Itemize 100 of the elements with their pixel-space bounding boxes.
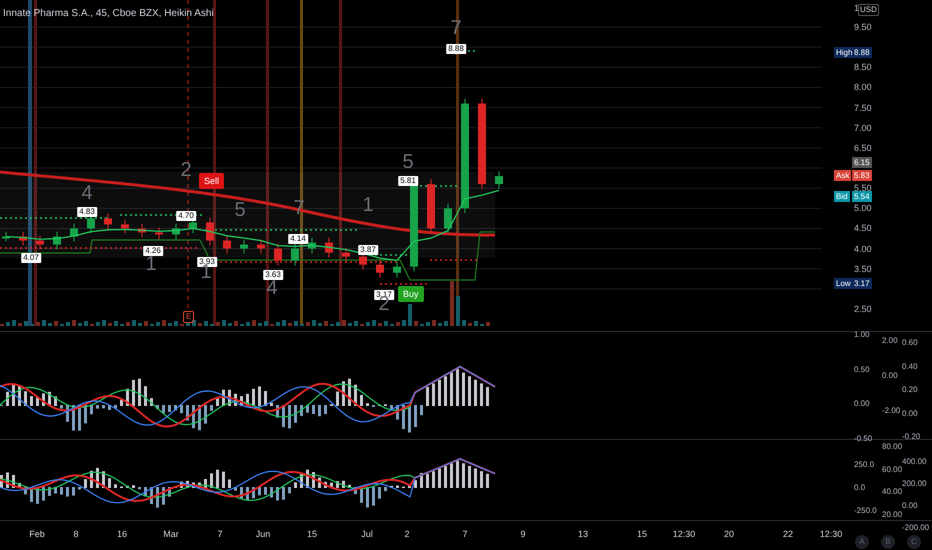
volume-bar [108,323,112,326]
scale-button[interactable]: C [907,535,921,549]
scale-button[interactable]: A [855,535,869,549]
candle [155,227,163,240]
level-line [430,259,480,261]
candle [342,247,350,262]
time-label: 15 [307,528,317,540]
candle [257,239,265,254]
price-tag-label: Low [834,278,853,289]
axis-label: 0.00 [902,408,918,418]
price-tag: 5.83 [852,170,872,181]
volume-bar [264,321,268,326]
time-label: 9 [520,528,526,540]
axis-label: 8.00 [854,81,872,94]
volume-bar [54,321,58,326]
axis-label: 5.50 [854,182,872,194]
axis-label: 0.50 [854,364,870,374]
time-label: 13 [578,528,588,540]
axis-label: 4.50 [854,222,872,234]
volume-bar [282,320,286,326]
volume-bar [12,320,16,326]
volume-bar [318,323,322,326]
price-tag: 5.54 [852,191,872,202]
volume-bar [96,322,100,326]
price-label: 4.07 [21,253,41,263]
volume-bar [246,322,250,326]
volume-bar [66,322,70,326]
time-label: 12:30 [672,528,696,540]
volume-bar [384,321,388,326]
axis-label: 80.00 [882,442,902,452]
volume-bar [204,321,208,326]
volume-bar [450,281,454,326]
candle [325,237,333,258]
candle [104,213,112,230]
volume-bar [216,322,220,326]
price-label: 3.87 [358,245,378,255]
candle [495,170,503,190]
volume-bar [18,323,22,326]
time-label: 22 [783,528,793,540]
volume-bar [462,320,466,326]
volume-bar [372,320,376,326]
volume-bar [186,322,190,326]
axis-label: 6.50 [854,142,872,154]
volume-bar [348,323,352,326]
chart-title: Innate Pharma S.A., 45, Cboe BZX, Heikin Ashi [3,7,214,21]
volume-bar [486,322,490,326]
price-label: 3.63 [263,270,283,280]
axis-label: 200.00 [902,479,926,489]
volume-bar [402,320,406,326]
earnings-marker: E [183,311,194,323]
candle [172,223,180,240]
axis-label: 1.00 [854,330,870,340]
candle [36,235,44,250]
axis-label: 3.50 [854,262,872,275]
buy-signal: Buy [398,286,424,302]
time-label: 20 [724,528,734,540]
volume-bar [444,321,448,326]
volume-bar [234,321,238,326]
volume-bar [72,320,76,326]
time-label: Jul [361,528,373,540]
candle [19,231,27,246]
volume-bar [396,322,400,326]
axis-label: 0.00 [854,399,870,409]
volume-bar [276,322,280,326]
price-tag-label: Ask [834,170,852,181]
time-label: Mar [163,528,179,540]
volume-bar [102,320,106,326]
volume-bar [432,320,436,326]
axis-label: -200.00 [902,523,930,533]
volume-bar [36,322,40,326]
axis-label: 0.20 [902,385,918,395]
volume-bar [198,323,202,326]
axis-label: 4.00 [854,242,872,255]
volume-bar [222,320,226,326]
volume-bar [114,321,118,326]
volume-bar [126,322,130,326]
wave-count: 2 [180,160,192,180]
candle [138,223,146,238]
candle [291,243,299,266]
scale-button[interactable]: B [881,535,895,549]
time-label: 15 [637,528,647,540]
volume-bar [42,320,46,326]
time-label: 16 [117,528,127,540]
volume-bar [228,323,232,326]
candle [206,217,214,246]
volume-bar [438,323,442,326]
volume-bar [174,321,178,326]
volume-bar [162,320,166,326]
volume-bar [48,323,52,326]
candle [444,202,452,234]
price-label: 4.14 [288,234,308,244]
price-tag: 6.15 [852,157,872,168]
candle [427,178,435,234]
wave-count: 1 [362,195,374,215]
axis-label: 250.0 [854,460,874,470]
volume-bar [6,322,10,326]
price-tag-label: High [834,47,854,58]
time-label: 8 [74,528,78,540]
volume-bar [294,321,298,326]
volume-bar [324,321,328,326]
